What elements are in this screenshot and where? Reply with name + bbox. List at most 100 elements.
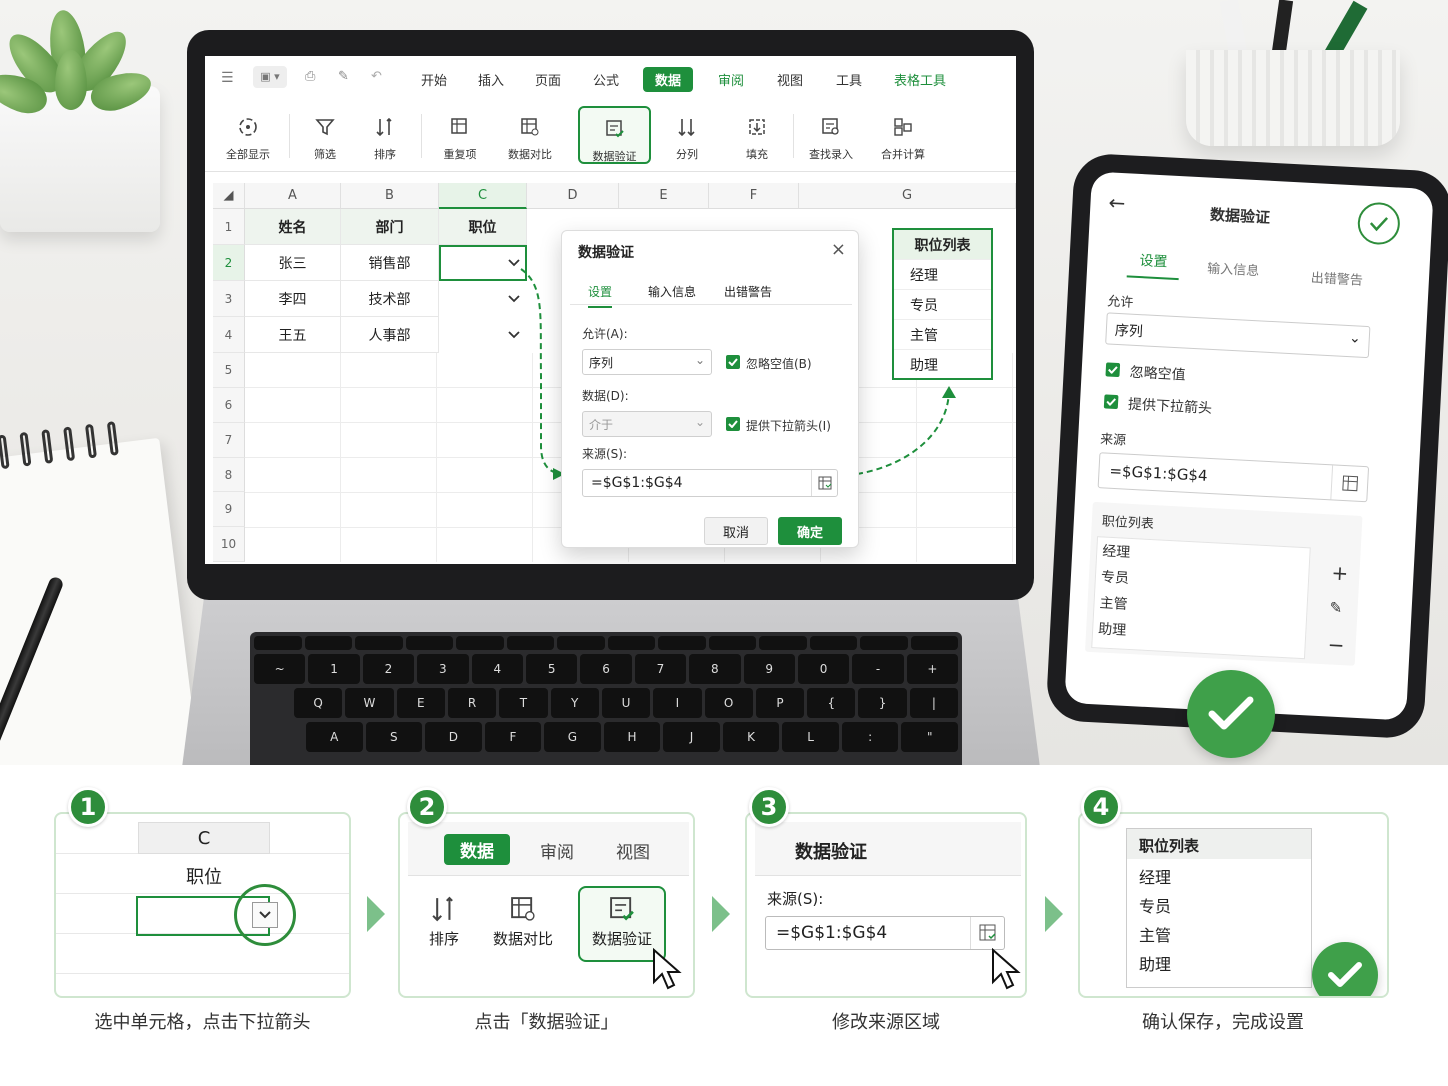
- data-compare-button[interactable]: 数据对比: [488, 894, 558, 949]
- ok-button[interactable]: 确定: [778, 517, 842, 545]
- chevron-down-icon: ⌄: [694, 353, 705, 367]
- pen-cup: [1186, 50, 1400, 146]
- list-item[interactable]: 经理: [1127, 859, 1311, 888]
- remove-icon[interactable]: −: [1327, 632, 1345, 657]
- keyboard-key: A: [306, 722, 363, 752]
- chevron-down-icon: ⌄: [1348, 330, 1362, 347]
- tablet-ignore-blank-label: 忽略空值: [1129, 364, 1187, 384]
- position-list: 职位列表 经理 专员 主管 助理: [1126, 828, 1312, 988]
- step-4-card: 职位列表 经理 专员 主管 助理: [1078, 812, 1389, 998]
- list-item[interactable]: 主管: [1099, 592, 1128, 613]
- next-arrow-icon: [367, 896, 385, 932]
- keyboard-key: 4: [471, 654, 523, 684]
- list-item[interactable]: 经理: [1102, 540, 1131, 561]
- next-arrow-icon: [712, 896, 730, 932]
- keyboard-key: D: [425, 722, 482, 752]
- tablet-ignore-blank-checkbox[interactable]: [1105, 362, 1121, 378]
- tab-input-message[interactable]: 输入信息: [648, 283, 696, 300]
- keyboard-key: U: [601, 688, 651, 718]
- tablet-tab-error-alert[interactable]: 出错警告: [1310, 267, 1363, 289]
- list-item[interactable]: 助理: [1098, 618, 1127, 639]
- keyboard-key: 7: [634, 654, 687, 684]
- step-number: 4: [1081, 787, 1121, 827]
- keyboard-key: Y: [550, 688, 599, 718]
- keyboard-key: 1: [308, 654, 360, 684]
- allow-label: 允许(A):: [582, 327, 628, 341]
- data-validation-icon: [580, 894, 664, 928]
- photo-scene: ~1 2 3 4 5 6 7 8 9 0- + Q W E R T Y U I O P{} | A S D F G H J K L: " …: [0, 0, 1448, 765]
- tablet-dropdown-checkbox[interactable]: [1103, 394, 1119, 410]
- dropdown-arrow-checkbox[interactable]: [726, 417, 740, 431]
- column-header-c: C: [138, 822, 270, 854]
- list-item[interactable]: 专员: [1127, 888, 1311, 917]
- step-caption: 确认保存，完成设置: [1142, 1012, 1304, 1033]
- notebook: [0, 421, 200, 765]
- tab-review[interactable]: 审阅: [540, 838, 574, 863]
- keyboard-key: 8: [689, 654, 741, 684]
- keyboard-key: 5: [525, 654, 578, 684]
- allow-select[interactable]: 序列 ⌄: [582, 349, 712, 375]
- tablet-tab-settings[interactable]: 设置: [1126, 249, 1181, 281]
- edit-icon[interactable]: ✎: [1329, 598, 1343, 617]
- next-arrow-icon: [1045, 896, 1063, 932]
- tab-error-alert[interactable]: 出错警告: [724, 283, 772, 300]
- tablet-dropdown-label: 提供下拉箭头: [1127, 396, 1213, 417]
- range-select-icon[interactable]: [970, 917, 1004, 949]
- cancel-button[interactable]: 取消: [704, 517, 768, 545]
- dialog-title: 数据验证: [795, 842, 867, 863]
- source-label: 来源(S):: [767, 890, 824, 908]
- succulent-plant: [0, 7, 156, 120]
- data-compare-icon: [488, 894, 558, 928]
- keyboard-key: }: [858, 688, 907, 718]
- keyboard-key: ~: [254, 654, 306, 684]
- chevron-down-icon: ⌄: [694, 415, 705, 429]
- tablet-screen: ← 数据验证 设置 输入信息 出错警告 允许 序列 ⌄ 忽略空值 提供下拉箭头 来…: [1064, 171, 1434, 721]
- keyboard-key: -: [852, 654, 904, 684]
- source-input[interactable]: =$G$1:$G$4: [765, 916, 1005, 950]
- list-item[interactable]: 主管: [1127, 917, 1311, 946]
- tab-data[interactable]: 数据: [444, 834, 510, 865]
- step-2-card: 数据 审阅 视图 排序 数据对比 数据验证: [398, 812, 695, 998]
- spreadsheet-app: ☰ ▣ ▾ ⎙ ✎ ↶ 开始 插入 页面 公式 数据 审阅 视图 工具 表格工具…: [205, 56, 1016, 564]
- tab-settings[interactable]: 设置: [588, 283, 613, 308]
- ignore-blank-checkbox[interactable]: [726, 355, 740, 369]
- confirm-check-icon[interactable]: [1356, 201, 1401, 246]
- step-1-card: C 职位: [54, 812, 351, 998]
- data-select[interactable]: 介于 ⌄: [582, 411, 712, 437]
- step-caption: 点击「数据验证」: [474, 1012, 619, 1033]
- keyboard-key: S: [365, 722, 423, 752]
- tablet-title: 数据验证: [1209, 205, 1271, 227]
- range-select-icon[interactable]: [1330, 465, 1369, 502]
- tablet: ← 数据验证 设置 输入信息 出错警告 允许 序列 ⌄ 忽略空值 提供下拉箭头 来…: [1045, 152, 1448, 740]
- keyboard-key: ": [901, 722, 959, 752]
- close-icon[interactable]: ×: [831, 239, 846, 260]
- dropdown-arrow-label: 提供下拉箭头(I): [746, 419, 831, 433]
- source-input[interactable]: =$G$1:$G$4: [582, 469, 838, 497]
- dialog-title: 数据验证: [578, 245, 634, 261]
- tab-view[interactable]: 视图: [616, 838, 650, 863]
- tablet-list-title: 职位列表: [1101, 514, 1155, 533]
- back-icon[interactable]: ←: [1108, 190, 1126, 215]
- keyboard-key: P: [755, 688, 805, 718]
- list-title: 职位列表: [1127, 829, 1311, 859]
- list-item[interactable]: 助理: [1127, 946, 1311, 975]
- tablet-tab-input-message[interactable]: 输入信息: [1207, 258, 1260, 280]
- list-item[interactable]: 专员: [1100, 566, 1129, 587]
- ignore-blank-label: 忽略空值(B): [746, 357, 812, 371]
- keyboard-key: G: [544, 722, 601, 752]
- tablet-source-input[interactable]: =$G$1:$G$4: [1097, 452, 1370, 503]
- add-icon[interactable]: +: [1331, 561, 1349, 586]
- sort-button[interactable]: 排序: [420, 894, 468, 949]
- step-3-card: 数据验证 来源(S): =$G$1:$G$4: [745, 812, 1027, 998]
- range-select-icon[interactable]: [811, 470, 837, 496]
- keyboard-key: J: [663, 722, 720, 752]
- source-label: 来源(S):: [582, 447, 628, 461]
- chevron-down-icon[interactable]: [234, 884, 296, 946]
- keyboard: ~1 2 3 4 5 6 7 8 9 0- + Q W E R T Y U I O P{} | A S D F G H J K L: ": [250, 632, 962, 765]
- tablet-allow-select[interactable]: 序列 ⌄: [1105, 312, 1371, 359]
- success-check-icon: [1312, 942, 1378, 996]
- keyboard-key: 9: [743, 654, 795, 684]
- keyboard-key: {: [807, 688, 856, 718]
- keyboard-key: E: [396, 688, 445, 718]
- keyboard-key: T: [499, 688, 548, 718]
